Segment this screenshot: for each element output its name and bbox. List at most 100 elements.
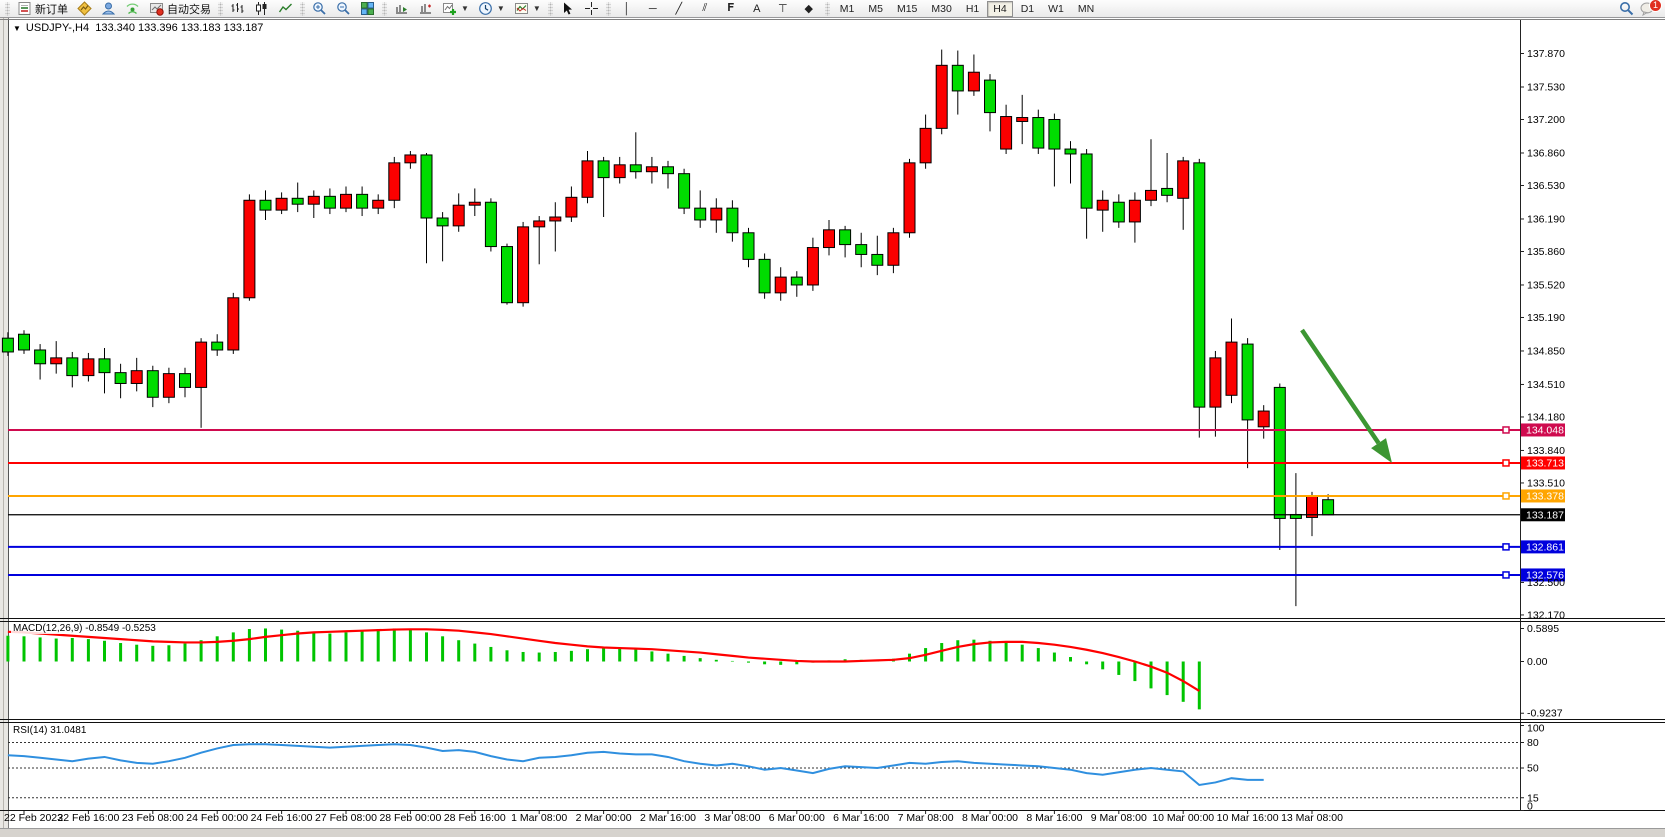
line-chart-type-button[interactable]: [274, 0, 297, 18]
chevron-down-icon: ▼: [13, 24, 21, 33]
arrows-tool-button[interactable]: ◆: [796, 0, 822, 18]
search-icon[interactable]: [1619, 1, 1634, 16]
trendline-tool-button[interactable]: ╱: [666, 0, 692, 18]
timeframe-button-m5[interactable]: M5: [862, 1, 889, 17]
rsi-indicator-label: RSI(14) 31.0481: [11, 725, 88, 736]
auto-scroll-icon: [394, 1, 409, 16]
price-badge: 132.861: [1521, 540, 1565, 553]
periods-button[interactable]: ▼: [474, 0, 509, 18]
price-tick-label: 133.840: [1527, 445, 1565, 457]
equidistant-channel-tool-button[interactable]: ⫽: [692, 0, 718, 18]
notifications-button[interactable]: 1: [1640, 1, 1658, 16]
line-handle[interactable]: [1503, 493, 1509, 499]
candle-body: [630, 165, 641, 172]
price-tick-label: 134.850: [1527, 345, 1565, 357]
timeframe-button-w1[interactable]: W1: [1042, 1, 1070, 17]
new-order-button[interactable]: 新订单: [13, 0, 72, 18]
line-handle[interactable]: [1503, 427, 1509, 433]
date-label: 23 Feb 08:00: [122, 812, 184, 824]
cursor-tool-button[interactable]: [556, 0, 579, 18]
chevron-down-icon: ▼: [533, 4, 541, 13]
price-badge-text: 133.187: [1526, 509, 1564, 521]
candle: [67, 352, 78, 387]
chart-shift-icon: [418, 1, 433, 16]
date-label: 2 Mar 00:00: [576, 812, 632, 824]
market-watch-button[interactable]: [73, 0, 96, 18]
draw-tools-group: │─╱⫽𝐅A⊤◆: [614, 0, 822, 18]
macd-axis-label: 0.00: [1527, 656, 1548, 668]
price-tick-label: 137.870: [1527, 48, 1565, 60]
candle: [99, 348, 110, 393]
candle-body: [888, 233, 899, 266]
text-label-tool-button[interactable]: ⊤: [770, 0, 796, 18]
horizontal-line-132.576[interactable]: [8, 572, 1520, 578]
price-badge: 133.187: [1521, 508, 1565, 521]
timeframe-button-mn[interactable]: MN: [1072, 1, 1100, 17]
candle-body: [308, 196, 319, 204]
candle-body: [35, 350, 46, 364]
candle: [663, 161, 674, 189]
candle-body: [550, 217, 561, 221]
notification-badge: 1: [1649, 0, 1662, 12]
candle: [421, 153, 432, 263]
timeframe-button-m1[interactable]: M1: [834, 1, 861, 17]
line-handle[interactable]: [1503, 572, 1509, 578]
bar-chart-type-button[interactable]: [226, 0, 249, 18]
auto-scroll-button[interactable]: [390, 0, 413, 18]
candle: [1242, 338, 1253, 468]
candle-body: [1274, 387, 1285, 518]
horizontal-line-133.713[interactable]: [8, 460, 1520, 466]
line-handle[interactable]: [1503, 544, 1509, 550]
date-label: 28 Feb 16:00: [444, 812, 506, 824]
candle: [1178, 157, 1189, 230]
candle-body: [1178, 161, 1189, 198]
trend-arrow-annotation[interactable]: [1302, 330, 1392, 463]
candle-body: [1226, 342, 1237, 395]
line-handle[interactable]: [1503, 460, 1509, 466]
signals-button[interactable]: [121, 0, 144, 18]
candle-body: [711, 208, 722, 220]
date-label: 13 Mar 08:00: [1281, 812, 1343, 824]
candle: [630, 132, 641, 178]
candlestick-chart-type-button[interactable]: [250, 0, 273, 18]
indicators-button[interactable]: ▼: [438, 0, 473, 18]
candle: [824, 220, 835, 255]
horizontal-line-tool-button[interactable]: ─: [640, 0, 666, 18]
candle: [1017, 95, 1028, 144]
text-tool-button[interactable]: A: [744, 0, 770, 18]
candle-body: [759, 259, 770, 292]
date-label: 8 Mar 16:00: [1026, 812, 1082, 824]
navigator-button[interactable]: [97, 0, 120, 18]
chart-canvas[interactable]: 134.048133.713133.378133.187132.861132.5…: [0, 0, 1665, 837]
horizontal-line-133.378[interactable]: [8, 493, 1520, 499]
candle-body: [115, 373, 126, 384]
zoom-in-button[interactable]: [308, 0, 331, 18]
candle: [260, 190, 271, 220]
date-label: 8 Mar 00:00: [962, 812, 1018, 824]
chart-shift-button[interactable]: [414, 0, 437, 18]
autotrade-button[interactable]: 自动交易: [145, 0, 215, 18]
timeframe-button-h1[interactable]: H1: [960, 1, 985, 17]
horizontal-line-132.861[interactable]: [8, 544, 1520, 550]
timeframe-button-m15[interactable]: M15: [891, 1, 923, 17]
horizontal-line-134.048[interactable]: [8, 427, 1520, 433]
candle-body: [1065, 149, 1076, 154]
crosshair-icon: [584, 1, 599, 16]
price-badge: 133.713: [1521, 456, 1565, 469]
candle-body: [341, 194, 352, 208]
candle-body: [276, 198, 287, 210]
candle: [19, 330, 30, 354]
timeframe-button-h4[interactable]: H4: [987, 1, 1012, 17]
tile-windows-button[interactable]: [356, 0, 379, 18]
fibonacci-tool-button[interactable]: 𝐅: [718, 0, 744, 18]
timeframe-button-d1[interactable]: D1: [1015, 1, 1040, 17]
candle: [985, 74, 996, 131]
candle-body: [67, 358, 78, 376]
symbol-ohlc-text: USDJPY-,H4 133.340 133.396 133.183 133.1…: [26, 22, 264, 34]
crosshair-tool-button[interactable]: [580, 0, 603, 18]
zoom-out-button[interactable]: [332, 0, 355, 18]
vertical-line-tool-button[interactable]: │: [614, 0, 640, 18]
templates-button[interactable]: ▼: [510, 0, 545, 18]
candle: [228, 293, 239, 354]
timeframe-button-m30[interactable]: M30: [925, 1, 957, 17]
